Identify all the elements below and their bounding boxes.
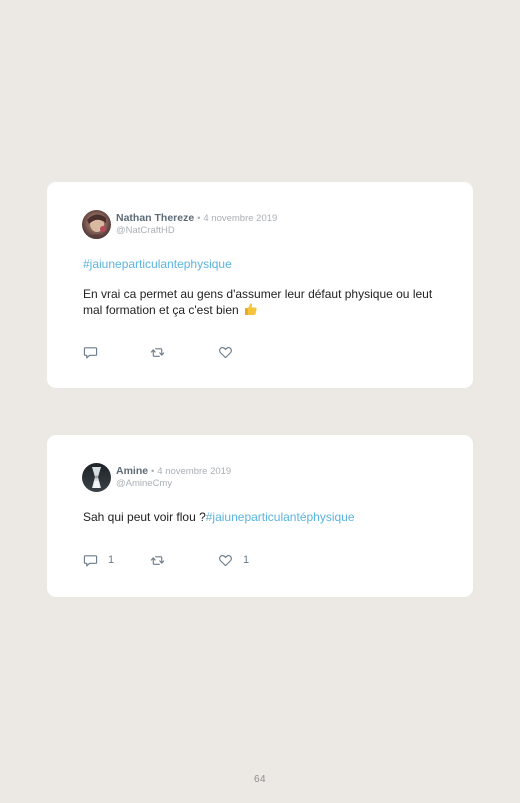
reply-button[interactable]: 1 xyxy=(83,552,114,568)
thumbs-up-emoji xyxy=(244,302,258,320)
like-button[interactable] xyxy=(218,344,243,360)
tweet-actions: 1 1 xyxy=(83,552,283,568)
retweet-arrows-icon xyxy=(150,553,165,568)
like-count: 1 xyxy=(243,554,250,566)
separator-dot: • xyxy=(151,465,155,477)
tweet-date[interactable]: 4 novembre 2019 xyxy=(157,466,231,477)
author-handle[interactable]: @AmineCmy xyxy=(116,478,231,490)
reply-count: 1 xyxy=(108,554,115,566)
author-name[interactable]: Amine xyxy=(116,465,148,477)
tweet-card: Amine • 4 novembre 2019 @AmineCmy Sah qu… xyxy=(47,435,473,597)
hashtag-link[interactable]: #jaiuneparticulantéphysique xyxy=(206,510,355,524)
tweet-text: Sah qui peut voir flou ? xyxy=(83,510,206,524)
tweet-text-container: En vrai ca permet au gens d'assumer leur… xyxy=(83,287,453,320)
avatar[interactable] xyxy=(82,462,111,492)
comment-bubble-icon xyxy=(83,553,98,568)
heart-outline-icon xyxy=(218,345,233,360)
tweet-header: Nathan Thereze • 4 novembre 2019 @NatCra… xyxy=(82,209,277,239)
separator-dot: • xyxy=(197,212,201,224)
retweet-arrows-icon xyxy=(150,345,165,360)
avatar[interactable] xyxy=(82,209,111,239)
tweet-header: Amine • 4 novembre 2019 @AmineCmy xyxy=(82,462,231,492)
tweet-card: Nathan Thereze • 4 novembre 2019 @NatCra… xyxy=(47,182,473,388)
tweet-text-container: Sah qui peut voir flou ?#jaiuneparticula… xyxy=(83,510,453,525)
heart-outline-icon xyxy=(218,553,233,568)
comment-bubble-icon xyxy=(83,345,98,360)
tweet-date[interactable]: 4 novembre 2019 xyxy=(203,213,277,224)
page-number: 64 xyxy=(253,774,267,785)
retweet-button[interactable] xyxy=(150,344,175,360)
reply-button[interactable] xyxy=(83,344,108,360)
author-name[interactable]: Nathan Thereze xyxy=(116,212,194,224)
tweet-actions xyxy=(83,344,283,360)
like-button[interactable]: 1 xyxy=(218,552,249,568)
hashtag-link[interactable]: #jaiuneparticulantephysique xyxy=(83,257,232,271)
retweet-button[interactable] xyxy=(150,552,175,568)
author-handle[interactable]: @NatCraftHD xyxy=(116,225,277,237)
